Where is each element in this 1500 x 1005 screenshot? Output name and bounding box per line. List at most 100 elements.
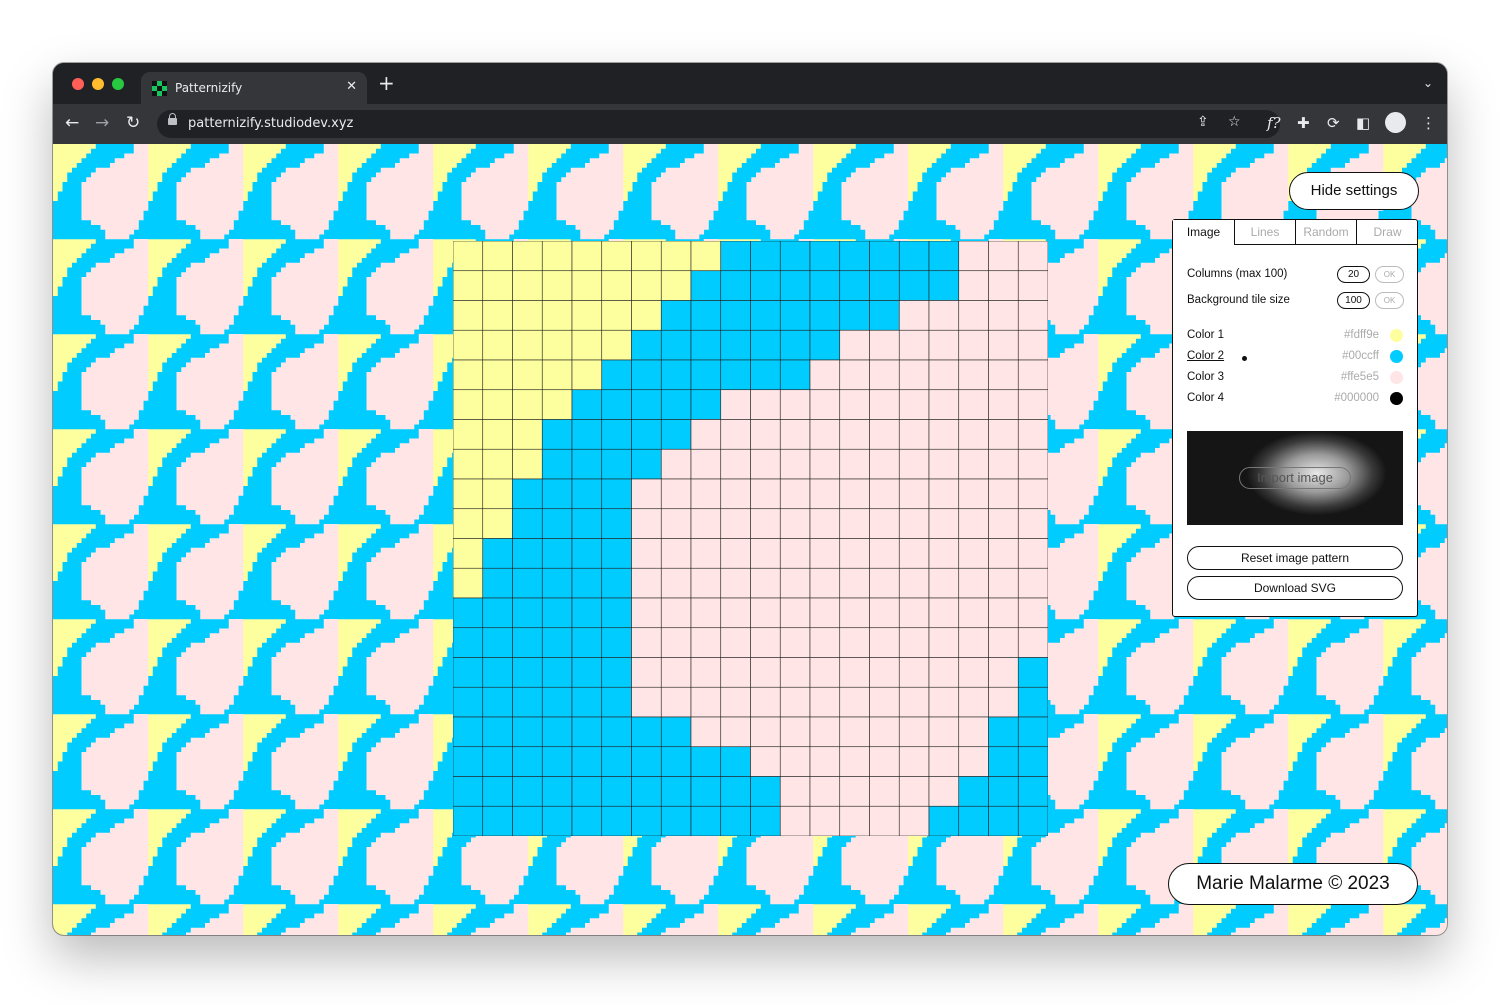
extensions-puzzle-icon[interactable]: ✚ [1297, 113, 1310, 133]
reset-image-pattern-button[interactable]: Reset image pattern [1187, 546, 1403, 570]
grid-cell[interactable] [988, 597, 1019, 629]
grid-cell[interactable] [839, 627, 870, 658]
grid-cell[interactable] [809, 538, 841, 569]
share-icon[interactable]: ⇪ [1197, 114, 1209, 130]
grid-cell[interactable] [958, 567, 989, 599]
grid-cell[interactable] [690, 776, 722, 807]
download-svg-button[interactable]: Download SVG [1187, 576, 1403, 600]
grid-cell[interactable] [839, 597, 870, 629]
grid-cell[interactable] [512, 329, 543, 361]
grid-cell[interactable] [541, 478, 573, 510]
grid-cell[interactable] [839, 241, 870, 272]
grid-cell[interactable] [928, 508, 960, 539]
grid-cell[interactable] [809, 597, 841, 629]
minimize-window-button[interactable] [92, 78, 104, 90]
grid-cell[interactable] [988, 538, 1019, 569]
grid-cell[interactable] [869, 448, 900, 480]
grid-cell[interactable] [631, 359, 662, 391]
grid-cell[interactable] [839, 805, 870, 836]
grid-cell[interactable] [720, 746, 751, 777]
grid-cell[interactable] [958, 805, 989, 836]
grid-cell[interactable] [898, 300, 930, 331]
grid-cell[interactable] [512, 419, 543, 450]
grid-cell[interactable] [720, 597, 751, 629]
grid-cell[interactable] [928, 478, 960, 510]
grid-cell[interactable] [601, 627, 632, 658]
grid-cell[interactable] [512, 389, 543, 420]
grid-cell[interactable] [631, 270, 662, 301]
grid-cell[interactable] [869, 716, 900, 748]
grid-cell[interactable] [453, 716, 484, 748]
grid-cell[interactable] [571, 686, 603, 718]
grid-cell[interactable] [720, 270, 751, 301]
grid-cell[interactable] [571, 716, 603, 748]
grid-cell[interactable] [660, 627, 692, 658]
grid-cell[interactable] [898, 746, 930, 777]
grid-cell[interactable] [958, 359, 989, 391]
grid-cell[interactable] [958, 419, 989, 450]
grid-cell[interactable] [958, 686, 989, 718]
grid-cell[interactable] [1017, 657, 1048, 688]
grid-cell[interactable] [660, 300, 692, 331]
grid-cell[interactable] [779, 627, 811, 658]
grid-cell[interactable] [750, 359, 781, 391]
grid-cell[interactable] [750, 508, 781, 539]
grid-cell[interactable] [482, 508, 513, 539]
grid-cell[interactable] [482, 657, 513, 688]
grid-cell[interactable] [631, 448, 662, 480]
grid-cell[interactable] [482, 270, 513, 301]
grid-cell[interactable] [690, 419, 722, 450]
grid-cell[interactable] [571, 538, 603, 569]
grid-cell[interactable] [958, 270, 989, 301]
new-tab-icon[interactable]: + [378, 73, 395, 93]
grid-cell[interactable] [601, 419, 632, 450]
grid-cell[interactable] [690, 478, 722, 510]
grid-cell[interactable] [779, 776, 811, 807]
grid-cell[interactable] [453, 538, 484, 569]
grid-cell[interactable] [779, 686, 811, 718]
grid-cell[interactable] [809, 508, 841, 539]
grid-cell[interactable] [571, 389, 603, 420]
grid-cell[interactable] [660, 270, 692, 301]
grid-cell[interactable] [660, 241, 692, 272]
grid-cell[interactable] [988, 270, 1019, 301]
grid-cell[interactable] [660, 686, 692, 718]
grid-cell[interactable] [988, 686, 1019, 718]
grid-cell[interactable] [512, 716, 543, 748]
grid-cell[interactable] [453, 746, 484, 777]
grid-cell[interactable] [720, 419, 751, 450]
grid-cell[interactable] [690, 805, 722, 836]
grid-cell[interactable] [869, 508, 900, 539]
color-4-label[interactable]: Color 4 [1187, 392, 1224, 404]
close-tab-icon[interactable]: ✕ [346, 79, 357, 94]
grid-cell[interactable] [453, 270, 484, 301]
grid-cell[interactable] [898, 805, 930, 836]
grid-cell[interactable] [750, 657, 781, 688]
grid-cell[interactable] [809, 448, 841, 480]
grid-cell[interactable] [541, 448, 573, 480]
grid-cell[interactable] [928, 300, 960, 331]
grid-cell[interactable] [601, 241, 632, 272]
grid-cell[interactable] [928, 448, 960, 480]
grid-cell[interactable] [541, 389, 573, 420]
grid-cell[interactable] [958, 716, 989, 748]
grid-cell[interactable] [869, 538, 900, 569]
grid-cell[interactable] [512, 627, 543, 658]
grid-cell[interactable] [482, 359, 513, 391]
grid-cell[interactable] [898, 448, 930, 480]
grid-cell[interactable] [928, 686, 960, 718]
grid-cell[interactable] [928, 716, 960, 748]
grid-cell[interactable] [512, 300, 543, 331]
grid-cell[interactable] [779, 508, 811, 539]
grid-cell[interactable] [988, 508, 1019, 539]
grid-cell[interactable] [690, 567, 722, 599]
grid-cell[interactable] [571, 478, 603, 510]
grid-cell[interactable] [750, 716, 781, 748]
grid-cell[interactable] [601, 508, 632, 539]
grid-cell[interactable] [1017, 716, 1048, 748]
grid-cell[interactable] [958, 329, 989, 361]
grid-cell[interactable] [779, 657, 811, 688]
grid-cell[interactable] [482, 746, 513, 777]
grid-cell[interactable] [512, 597, 543, 629]
grid-cell[interactable] [720, 686, 751, 718]
